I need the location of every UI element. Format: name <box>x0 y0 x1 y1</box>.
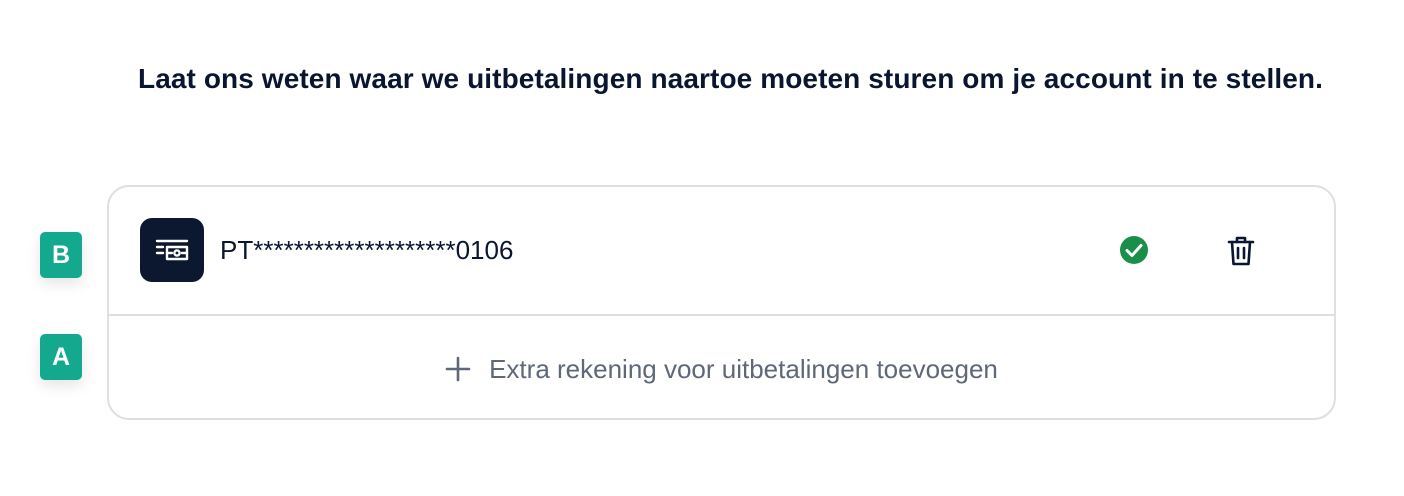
bank-card-icon <box>140 218 204 282</box>
plus-icon <box>445 356 471 382</box>
trash-icon <box>1227 236 1255 266</box>
delete-account-button[interactable] <box>1221 231 1261 271</box>
marker-a-badge: A <box>40 334 82 380</box>
payout-account-row: PT********************0106 <box>109 187 1334 316</box>
payout-setup-page: Laat ons weten waar we uitbetalingen naa… <box>0 0 1404 496</box>
add-payout-account-content: Extra rekening voor uitbetalingen toevoe… <box>445 354 998 385</box>
verified-check-icon <box>1119 235 1149 265</box>
add-payout-account-button[interactable]: Extra rekening voor uitbetalingen toevoe… <box>109 316 1334 420</box>
payout-accounts-card: PT********************0106 Extra rekenin… <box>107 185 1336 420</box>
add-payout-account-label: Extra rekening voor uitbetalingen toevoe… <box>489 353 998 384</box>
account-iban: PT********************0106 <box>220 235 514 265</box>
page-heading: Laat ons weten waar we uitbetalingen naa… <box>138 63 1323 94</box>
marker-b-badge: B <box>40 232 82 278</box>
